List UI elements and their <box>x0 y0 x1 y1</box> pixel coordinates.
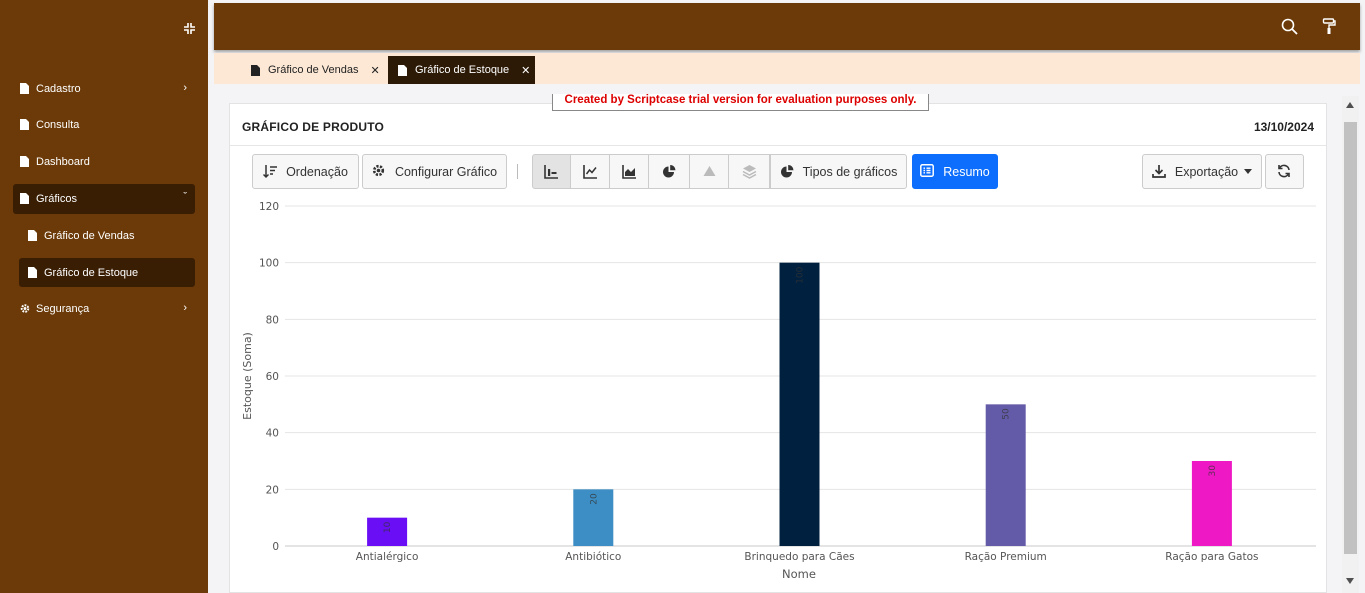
download-icon <box>1152 164 1167 179</box>
summary-button[interactable]: Resumo <box>912 154 998 189</box>
sort-button[interactable]: Ordenação <box>252 154 359 189</box>
y-tick-label: 80 <box>266 314 279 326</box>
bar-chart-button[interactable] <box>532 154 571 189</box>
file-icon <box>28 230 37 241</box>
sidebar-item-seguranca[interactable]: Segurança › <box>13 294 195 324</box>
y-tick-label: 40 <box>266 428 279 440</box>
stacked-chart-button[interactable] <box>728 154 770 189</box>
pyramid-chart-button[interactable] <box>689 154 729 189</box>
report-date: 13/10/2024 <box>1253 120 1314 134</box>
file-icon <box>251 64 260 76</box>
y-tick-label: 120 <box>259 201 279 213</box>
sidebar-item-label: Dashboard <box>36 156 90 168</box>
export-button[interactable]: Exportação <box>1142 154 1262 189</box>
chart-types-button[interactable]: Tipos de gráficos <box>770 154 907 189</box>
refresh-icon <box>1277 164 1292 179</box>
refresh-button[interactable] <box>1265 154 1304 189</box>
data-label: 30 <box>1208 465 1218 477</box>
file-icon <box>20 83 30 95</box>
file-icon <box>20 119 30 131</box>
sidebar-item-label: Gráfico de Estoque <box>44 266 139 279</box>
chevron-down-icon: ˇ <box>183 191 187 203</box>
chevron-right-icon: › <box>183 302 187 314</box>
config-chart-button[interactable]: Configurar Gráfico <box>362 154 507 189</box>
close-icon[interactable]: ✕ <box>371 64 380 77</box>
y-tick-label: 60 <box>266 371 279 383</box>
sidebar-item-label: Segurança <box>36 303 90 315</box>
tab-bar: Gráfico de Vendas ✕ Gráfico de Estoque ✕ <box>214 53 1360 84</box>
export-label: Exportação <box>1174 164 1239 179</box>
page-title: GRÁFICO DE PRODUTO <box>242 120 385 134</box>
pie-chart-button[interactable] <box>648 154 690 189</box>
config-chart-label: Configurar Gráfico <box>394 164 498 179</box>
paint-roller-icon[interactable] <box>1320 17 1338 35</box>
summary-label: Resumo <box>943 164 990 179</box>
file-icon <box>28 267 37 278</box>
y-tick-label: 100 <box>259 258 279 270</box>
y-axis-label: Estoque (Soma) <box>241 332 254 420</box>
scrollbar-thumb[interactable] <box>1344 122 1357 554</box>
pie-chart-icon <box>662 164 677 179</box>
vertical-scrollbar[interactable] <box>1342 96 1359 593</box>
x-tick-label: Antibiótico <box>565 551 621 563</box>
pie-chart-icon <box>780 164 795 179</box>
chart-types-label: Tipos de gráficos <box>802 164 898 179</box>
file-icon <box>20 156 30 168</box>
scroll-up-arrow[interactable] <box>1346 102 1354 108</box>
sidebar-item-label: Consulta <box>36 119 80 131</box>
data-label: 50 <box>1002 408 1012 420</box>
tab-grafico-estoque[interactable]: Gráfico de Estoque ✕ <box>388 56 535 84</box>
list-icon <box>920 164 935 179</box>
file-icon <box>398 64 407 76</box>
bar[interactable] <box>985 404 1026 546</box>
sidebar-subitem-grafico-estoque[interactable]: Gráfico de Estoque <box>19 258 195 287</box>
x-axis-label: Nome <box>782 567 816 581</box>
sidebar-item-label: Gráficos <box>36 193 77 205</box>
sidebar-item-consulta[interactable]: Consulta <box>13 110 195 140</box>
sidebar-subitem-grafico-vendas[interactable]: Gráfico de Vendas <box>19 221 195 250</box>
caret-down-icon <box>1244 169 1253 174</box>
pyramid-icon <box>702 164 717 179</box>
stock-bar-chart: 0 20 40 60 80 100 120 10 Antialérgico 20 Antibiót… <box>241 201 1316 581</box>
layers-icon <box>742 164 757 179</box>
sidebar-item-label: Cadastro <box>36 83 81 95</box>
x-tick-label: Antialérgico <box>356 551 419 563</box>
divider <box>230 145 1326 146</box>
sort-icon <box>263 164 278 179</box>
sort-label: Ordenação <box>286 164 348 179</box>
compress-icon[interactable] <box>181 20 197 36</box>
search-icon[interactable] <box>1280 17 1298 35</box>
sidebar: Cadastro › Consulta Dashboard Gráficos ˇ… <box>0 0 208 593</box>
trial-notice: Created by Scriptcase trial version for … <box>552 94 929 111</box>
line-chart-button[interactable] <box>570 154 610 189</box>
x-tick-label: Ração Premium <box>965 551 1047 563</box>
y-tick-label: 20 <box>266 484 279 496</box>
toolbar-separator <box>517 164 518 179</box>
y-tick-label: 0 <box>272 541 279 553</box>
tab-label: Gráfico de Vendas <box>268 64 359 76</box>
bar-chart-icon <box>544 164 559 179</box>
file-icon <box>20 193 30 205</box>
x-tick-label: Ração para Gatos <box>1165 551 1258 563</box>
sidebar-item-dashboard[interactable]: Dashboard <box>13 147 195 177</box>
top-header <box>214 3 1360 50</box>
sidebar-item-graficos[interactable]: Gráficos ˇ <box>13 184 195 214</box>
bar[interactable] <box>779 262 820 546</box>
gear-icon <box>372 164 387 179</box>
tab-label: Gráfico de Estoque <box>415 64 510 76</box>
area-chart-button[interactable] <box>609 154 649 189</box>
sidebar-item-label: Gráfico de Vendas <box>44 229 135 242</box>
data-label: 100 <box>796 266 806 283</box>
x-tick-label: Brinquedo para Cães <box>744 551 854 563</box>
area-chart-icon <box>621 164 637 179</box>
tab-grafico-vendas[interactable]: Gráfico de Vendas ✕ <box>241 56 384 84</box>
chevron-right-icon: › <box>183 82 187 94</box>
gear-icon <box>20 303 30 315</box>
close-icon[interactable]: ✕ <box>521 64 530 77</box>
data-label: 10 <box>383 521 393 533</box>
sidebar-item-cadastro[interactable]: Cadastro › <box>13 74 195 104</box>
line-chart-icon <box>582 164 598 179</box>
data-label: 20 <box>589 493 599 505</box>
scroll-down-arrow[interactable] <box>1346 578 1354 584</box>
